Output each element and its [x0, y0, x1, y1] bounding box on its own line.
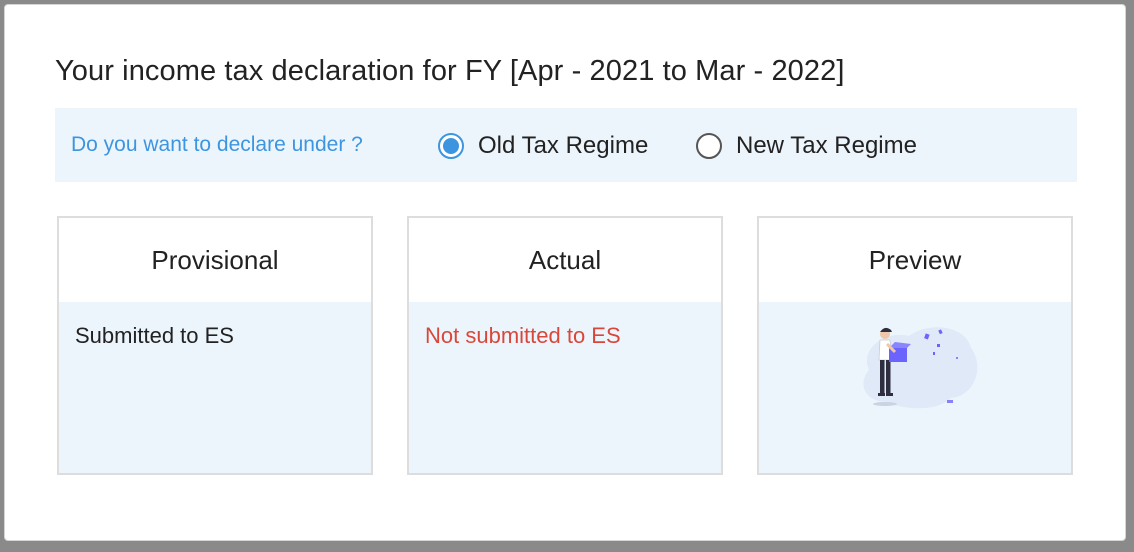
old-tax-regime-radio[interactable]: [438, 133, 464, 159]
provisional-card[interactable]: Provisional Submitted to ES: [57, 216, 373, 475]
preview-card[interactable]: Preview: [757, 216, 1073, 475]
preview-card-title: Preview: [759, 218, 1071, 302]
new-tax-regime-option[interactable]: New Tax Regime: [696, 132, 917, 160]
actual-status: Not submitted to ES: [425, 323, 621, 348]
new-tax-regime-label[interactable]: New Tax Regime: [736, 132, 917, 160]
person-holding-box-illustration: [863, 327, 978, 409]
old-tax-regime-label[interactable]: Old Tax Regime: [478, 132, 648, 160]
provisional-status: Submitted to ES: [75, 323, 234, 348]
dialog-title: Your income tax declaration for FY [Apr …: [55, 55, 845, 87]
old-tax-regime-option[interactable]: Old Tax Regime: [438, 132, 648, 160]
radio-selected-dot: [443, 138, 459, 154]
provisional-card-title: Provisional: [59, 218, 371, 302]
regime-selector-bar: Do you want to declare under ? Old Tax R…: [55, 108, 1077, 182]
regime-question: Do you want to declare under ?: [71, 133, 363, 156]
actual-card[interactable]: Actual Not submitted to ES: [407, 216, 723, 475]
tax-declaration-dialog: Your income tax declaration for FY [Apr …: [4, 4, 1126, 541]
actual-card-title: Actual: [409, 218, 721, 302]
new-tax-regime-radio[interactable]: [696, 133, 722, 159]
